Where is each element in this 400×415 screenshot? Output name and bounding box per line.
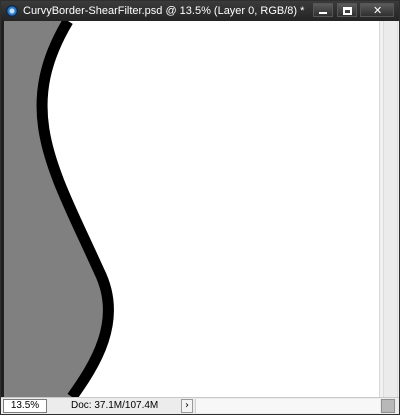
minimize-button[interactable] (313, 3, 333, 17)
close-icon: ✕ (373, 4, 383, 17)
photoshop-document-icon (6, 5, 18, 17)
scrollbar-corner (381, 399, 395, 413)
status-menu-arrow-button[interactable]: › (181, 399, 193, 413)
status-bar: 13.5% Doc: 37.1M/107.4M › (1, 397, 399, 414)
zoom-level-field[interactable]: 13.5% (3, 399, 47, 413)
vertical-scrollbar-thumb[interactable] (383, 21, 398, 397)
close-button[interactable]: ✕ (360, 3, 394, 17)
maximize-button[interactable] (337, 3, 357, 17)
title-bar[interactable]: CurvyBorder-ShearFilter.psd @ 13.5% (Lay… (1, 1, 399, 21)
maximize-icon (343, 7, 352, 15)
document-window: CurvyBorder-ShearFilter.psd @ 13.5% (Lay… (0, 0, 400, 415)
vertical-scrollbar[interactable] (379, 21, 399, 397)
curvy-border-artwork (4, 21, 114, 397)
gray-fill-region (4, 21, 109, 397)
horizontal-scrollbar[interactable] (195, 399, 380, 413)
window-title: CurvyBorder-ShearFilter.psd @ 13.5% (Lay… (23, 5, 305, 17)
document-canvas[interactable] (4, 21, 379, 397)
document-size-info: Doc: 37.1M/107.4M (71, 400, 159, 411)
minimize-icon (319, 12, 327, 14)
